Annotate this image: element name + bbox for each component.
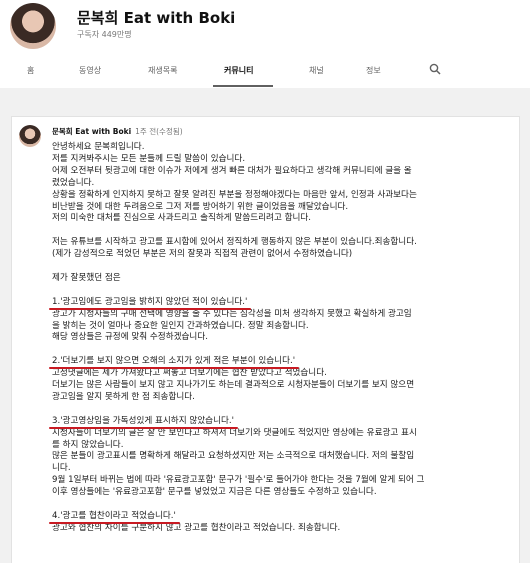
- post-body: 안녕하세요 문복희입니다. 저를 지켜봐주시는 모든 분들께 드릴 말씀이 있습…: [48, 142, 517, 535]
- post-line: 광고와 협찬의 차이를 구분하지 않고 광고를 협찬이라고 적었습니다. 죄송합…: [52, 522, 341, 533]
- post-line: 상황을 정확하게 인지하지 못하고 잘못 알려진 부분을 정정해야겠다는 마음만…: [52, 189, 417, 200]
- channel-name[interactable]: 문복희 Eat with Boki: [77, 7, 235, 28]
- heading-underline-3: 3.'광고영상임을 가독성있게 표시하지 않았습니다.': [49, 416, 238, 429]
- post-line: 더보기는 많은 사람들이 보지 않고 지나가기도 하는데 결과적으로 시청자분들…: [52, 380, 415, 391]
- post-line: 해당 영상들은 규정에 맞춰 수정하겠습니다.: [52, 332, 208, 343]
- post-line: 이후 영상들에는 '유료광고포함' 문구를 넣었었고 지금은 다른 영상들도 수…: [52, 487, 377, 498]
- post-line: 니다.: [52, 463, 71, 474]
- tab-channels[interactable]: 채널: [309, 65, 324, 76]
- community-post: 문복희 Eat with Boki 1주 전(수정됨) 안녕하세요 문복희입니다.…: [11, 116, 520, 563]
- post-meta: 문복희 Eat with Boki 1주 전(수정됨): [52, 126, 183, 137]
- post-line: 어제 오전부터 뒷광고에 대한 이슈가 저에게 생겨 빠른 대처가 필요하다고 …: [52, 165, 412, 176]
- channel-avatar[interactable]: [10, 3, 56, 49]
- section-heading-1: 1.'광고임에도 광고임을 밝히지 않았던 적이 있습니다.': [48, 297, 517, 310]
- active-tab-indicator: [213, 85, 273, 87]
- tab-home[interactable]: 홈: [27, 65, 34, 76]
- post-line: 렸었습니다.: [52, 177, 95, 188]
- tab-community[interactable]: 커뮤니티: [224, 65, 253, 76]
- post-line: 저는 유튜브를 시작하고 광고를 표시함에 있어서 정직하게 행동하지 않은 부…: [52, 237, 417, 248]
- post-time[interactable]: 1주 전(수정됨): [135, 127, 183, 136]
- post-author[interactable]: 문복희 Eat with Boki: [52, 127, 131, 136]
- post-line: 을 밝히는 것이 얼마나 중요한 일인지 간과하였습니다. 정말 죄송합니다.: [52, 320, 309, 331]
- heading-underline-1: 1.'광고임에도 광고임을 밝히지 않았던 적이 있습니다.': [48, 297, 252, 310]
- post-author-avatar[interactable]: [19, 125, 41, 147]
- post-line: 9월 1일부터 바뀌는 법에 따라 '유료광고포함' 문구가 '필수'로 들어가…: [52, 475, 425, 486]
- post-line: 안녕하세요 문복희입니다.: [52, 142, 145, 152]
- tab-playlists[interactable]: 재생목록: [148, 65, 177, 76]
- post-line: 광고가 시청자들의 구매 선택에 영향을 줄 수 있다는 심각성을 미처 생각하…: [52, 308, 412, 319]
- post-line: 비난받을 것에 대한 두려움으로 그저 저를 방어하기 위한 글이었음을 깨달았…: [52, 201, 349, 212]
- subscriber-count: 구독자 449만명: [77, 30, 132, 39]
- post-line: 시청자들이 더보기의 글은 잘 안 보인다고 하셔서 더보기와 댓글에도 적었지…: [52, 427, 417, 438]
- post-line: 고정댓글에는 제가 가져왔다고 써놓고 더보기에는 협찬 받았다고 적었습니다.: [52, 368, 327, 379]
- tab-videos[interactable]: 동영상: [79, 65, 101, 76]
- section-heading-4: 4.'광고를 협찬이라고 적었습니다.': [49, 511, 517, 524]
- search-icon[interactable]: [429, 63, 441, 75]
- section-heading-2: 2.'더보기를 보지 않으면 오해의 소지가 있게 적은 부분이 있습니다.': [48, 356, 517, 370]
- post-line: 많은 분들이 광고표시를 명확하게 해달라고 요청하셨지만 저는 소극적으로 대…: [52, 451, 415, 462]
- heading-underline-4: 4.'광고를 협찬이라고 적었습니다.': [49, 511, 180, 524]
- post-line: 제가 잘못했던 점은: [52, 272, 121, 283]
- post-line: 광고임을 알지 못하게 한 점 죄송합니다.: [52, 391, 195, 402]
- post-line: (제가 감성적으로 적었던 부분은 저의 잘못과 직접적 관련이 없어서 수정하…: [52, 249, 353, 260]
- heading-underline-2: 2.'더보기를 보지 않으면 오해의 소지가 있게 적은 부분이 있습니다.': [48, 356, 300, 370]
- channel-header: 문복희 Eat with Boki 구독자 449만명 홈 동영상 재생목록 커…: [0, 0, 530, 88]
- post-line: 저를 지켜봐주시는 모든 분들께 드릴 말씀이 있습니다.: [52, 153, 246, 164]
- channel-tabs: 홈 동영상 재생목록 커뮤니티 채널 정보: [0, 60, 530, 88]
- section-heading-3: 3.'광고영상임을 가독성있게 표시하지 않았습니다.': [49, 416, 517, 429]
- post-line: 를 하지 않았습니다.: [52, 439, 124, 450]
- tab-about[interactable]: 정보: [366, 65, 381, 76]
- post-line: 저의 미숙한 대처를 진심으로 사과드리고 솔직하게 말씀드리려고 합니다.: [52, 213, 312, 224]
